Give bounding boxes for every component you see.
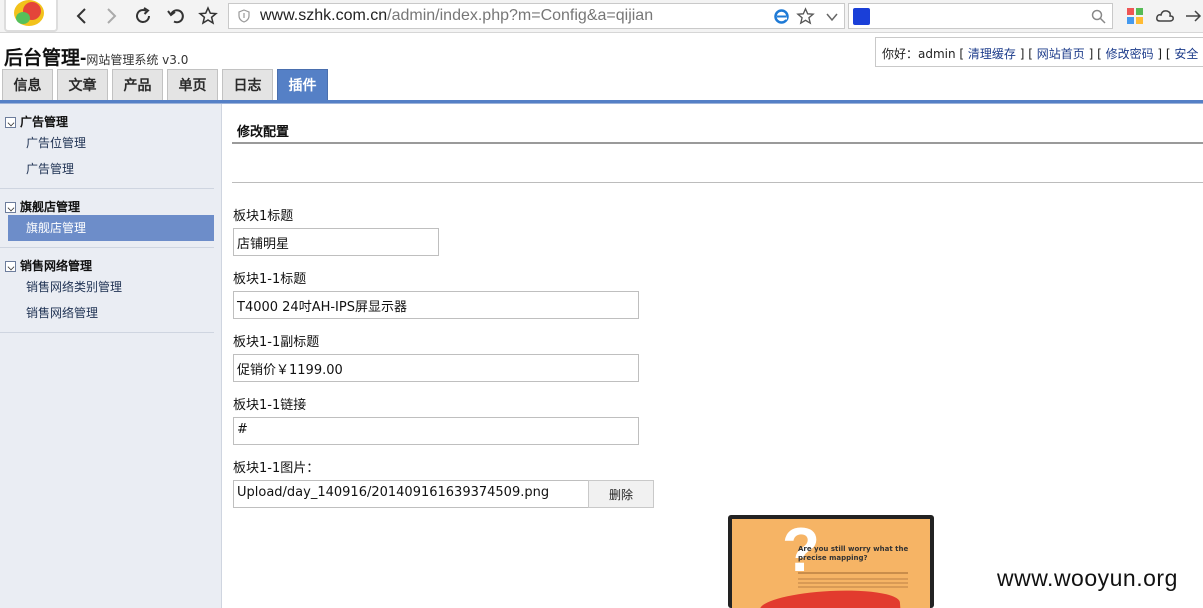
sidebar-group-ads: 广告管理 广告位管理 广告管理 [0,104,214,189]
divider [232,142,1203,144]
page-title: 后台管理- [4,48,87,69]
top-links: 你好：admin [ 清理缓存 ] [ 网站首页 ] [ 修改密码 ] [ 安全 [875,37,1203,67]
sidebar-group-flagship: 旗舰店管理 旗舰店管理 [0,189,214,248]
field-label-block1-1-link: 板块1-1链接 [233,398,307,413]
page-subtitle: 网站管理系统 v3.0 [86,53,189,67]
tab-product[interactable]: 产品 [112,69,163,100]
site-logo: 后台管理-网站管理系统 v3.0 [4,43,188,70]
sidebar-item-flagship-manage[interactable]: 旗舰店管理 [8,215,214,241]
ie-icon[interactable] [773,8,790,25]
sidebar-group-header[interactable]: 销售网络管理 [0,248,214,274]
field-label-block1-1-subtitle: 板块1-1副标题 [233,335,320,350]
windows-grid-icon[interactable] [1125,6,1145,26]
preview-caption: Are you still worry what the precise map… [798,545,909,563]
main-content: 修改配置 板块1标题 店铺明星 板块1-1标题 T4000 24吋AH-IPS屏… [232,104,1203,608]
chevron-down-icon[interactable] [824,9,840,25]
sidebar-item-ad-manage[interactable]: 广告管理 [8,156,214,182]
sidebar: 广告管理 广告位管理 广告管理 旗舰店管理 旗舰店管理 销售网络管理 销售网络类… [0,104,222,608]
block1-title-input[interactable]: 店铺明星 [233,228,439,256]
collapse-icon[interactable] [5,261,16,272]
clear-cache-link[interactable]: 清理缓存 [968,47,1016,61]
collapse-icon[interactable] [5,202,16,213]
main-tabs: 信息 文章 产品 单页 日志 插件 [2,69,328,100]
site-home-link[interactable]: 网站首页 [1037,47,1085,61]
divider [232,182,1203,183]
tab-article[interactable]: 文章 [57,69,108,100]
field-label-block1-1-title: 板块1-1标题 [233,272,307,287]
baidu-paw-icon [853,8,870,25]
search-input[interactable] [848,3,1113,29]
browser-logo-icon[interactable] [4,0,58,32]
tab-plugin[interactable]: 插件 [277,69,328,100]
image-preview: ? Are you still worry what the precise m… [728,515,934,608]
browser-toolbar: www.szhk.com.cn/admin/index.php?m=Config… [0,0,1203,33]
refresh-icon[interactable] [131,4,155,28]
bookmark-star-icon[interactable] [796,7,815,26]
arrow-icon[interactable] [1183,6,1203,26]
sidebar-group-header[interactable]: 旗舰店管理 [0,189,214,215]
block1-1-link-input[interactable]: # [233,417,639,445]
favorite-star-icon[interactable] [196,4,220,28]
delete-image-button[interactable]: 删除 [588,480,654,508]
block1-1-title-input[interactable]: T4000 24吋AH-IPS屏显示器 [233,291,639,319]
field-label-block1-1-image: 板块1-1图片： [233,461,320,476]
cloud-icon[interactable] [1155,6,1175,26]
address-bar[interactable]: www.szhk.com.cn/admin/index.php?m=Config… [228,3,845,29]
tab-info[interactable]: 信息 [2,69,53,100]
field-label-block1-title: 板块1标题 [233,209,294,224]
shoe-graphic [759,586,901,608]
page-header: 后台管理-网站管理系统 v3.0 你好：admin [ 清理缓存 ] [ 网站首… [0,34,1203,100]
sidebar-group-sales-network: 销售网络管理 销售网络类别管理 销售网络管理 [0,248,214,333]
back-icon[interactable] [70,4,94,28]
shield-icon [238,9,250,23]
block1-1-subtitle-input[interactable]: 促销价￥1199.00 [233,354,639,382]
undo-icon[interactable] [164,4,188,28]
section-title: 修改配置 [237,125,290,140]
collapse-icon[interactable] [5,117,16,128]
sidebar-item-ad-position[interactable]: 广告位管理 [8,130,214,156]
sidebar-group-header[interactable]: 广告管理 [0,104,214,130]
greeting: 你好：admin [882,47,956,61]
safe-link[interactable]: 安全 [1174,47,1198,61]
block1-1-image-input[interactable]: Upload/day_140916/201409161639374509.png [233,480,589,508]
watermark: www.wooyun.org [997,565,1178,591]
url-text[interactable]: www.szhk.com.cn/admin/index.php?m=Config… [260,7,653,25]
change-password-link[interactable]: 修改密码 [1106,47,1154,61]
tab-single-page[interactable]: 单页 [167,69,218,100]
sidebar-item-sales-category[interactable]: 销售网络类别管理 [8,274,214,300]
forward-icon[interactable] [99,4,123,28]
tab-log[interactable]: 日志 [222,69,273,100]
search-icon[interactable] [1091,9,1106,24]
sidebar-item-sales-network[interactable]: 销售网络管理 [8,300,214,326]
